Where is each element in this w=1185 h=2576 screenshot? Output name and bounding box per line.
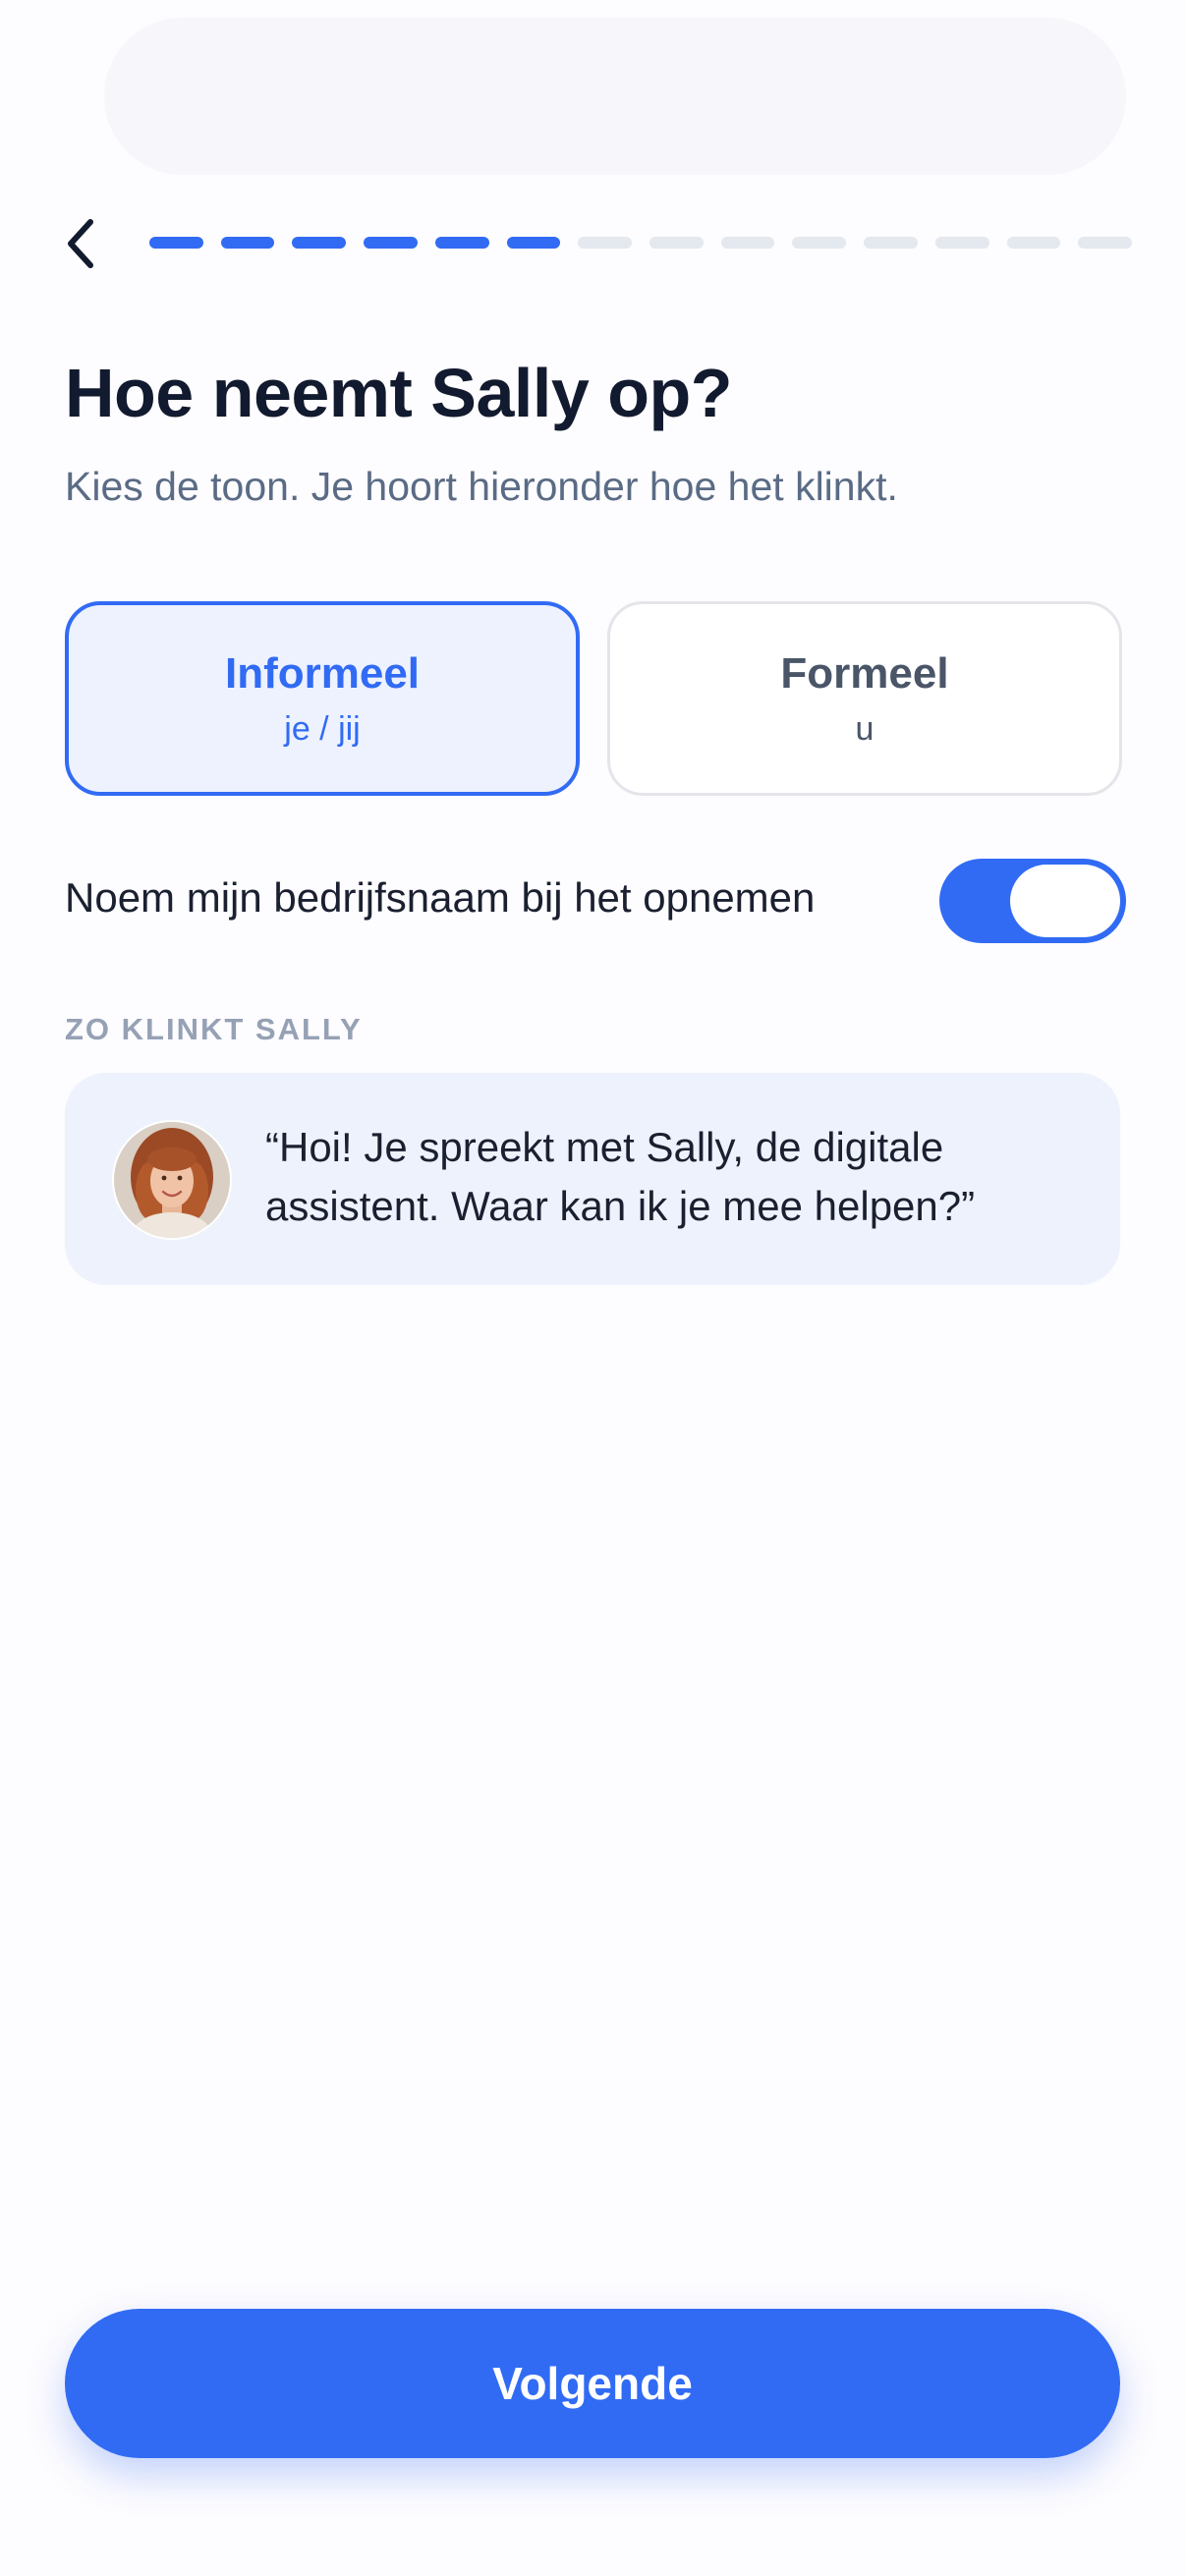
progress-step-pending xyxy=(720,237,775,249)
option-label: Informeel xyxy=(224,649,421,698)
preview-card: “Hoi! Je spreekt met Sally, de digitale … xyxy=(65,1073,1120,1285)
option-label: Formeel xyxy=(780,649,949,698)
progress-step-complete xyxy=(506,237,561,249)
chevron-left-icon xyxy=(68,219,93,268)
progress-step-complete xyxy=(149,237,203,249)
option-formeel[interactable]: Formeel u xyxy=(607,601,1122,796)
next-button[interactable]: Volgende xyxy=(65,2309,1120,2458)
progress-step-complete xyxy=(292,237,347,249)
page-subtitle: Kies de toon. Je hoort hieronder hoe het… xyxy=(65,464,898,509)
progress-step-pending xyxy=(578,237,633,249)
progress-step-complete xyxy=(364,237,418,249)
toggle-knob xyxy=(1010,865,1120,937)
option-sublabel: u xyxy=(855,710,875,748)
back-button[interactable] xyxy=(51,208,110,279)
option-sublabel: je / jij xyxy=(284,710,361,748)
status-bar-area xyxy=(104,18,1126,175)
company-name-toggle-label: Noem mijn bedrijfsnaam bij het opnemen xyxy=(65,874,816,921)
progress-step-complete xyxy=(434,237,489,249)
option-informeel[interactable]: Informeel je / jij xyxy=(65,601,580,796)
progress-bar xyxy=(149,237,1133,251)
page-title: Hoe neemt Sally op? xyxy=(65,355,732,431)
progress-step-pending xyxy=(1006,237,1061,249)
progress-step-pending xyxy=(934,237,989,249)
preview-section-label: ZO KLINKT SALLY xyxy=(65,1012,363,1046)
avatar xyxy=(112,1120,232,1240)
sample-greeting-quote: “Hoi! Je spreekt met Sally, de digitale … xyxy=(265,1124,976,1229)
progress-step-pending xyxy=(792,237,847,249)
progress-step-pending xyxy=(649,237,704,249)
progress-step-pending xyxy=(1078,237,1133,249)
company-name-toggle[interactable] xyxy=(939,859,1126,943)
progress-step-pending xyxy=(864,237,918,249)
progress-step-complete xyxy=(220,237,275,249)
